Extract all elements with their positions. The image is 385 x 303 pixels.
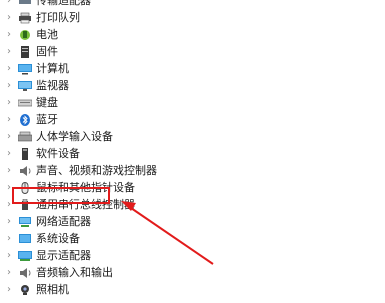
chevron-right-icon[interactable]: ›	[0, 162, 18, 179]
tree-item-software-device[interactable]: › 软件设备	[0, 145, 300, 162]
tree-item-print-queue[interactable]: › 打印队列	[0, 9, 300, 26]
tree-item-label: 声音、视频和游戏控制器	[36, 164, 157, 177]
tree-item-bluetooth[interactable]: › 蓝牙	[0, 111, 300, 128]
tree-item-label: 软件设备	[36, 147, 80, 160]
audio-io-icon	[18, 267, 32, 279]
tree-item-label: 系统设备	[36, 232, 80, 245]
tree-item-label: 计算机	[36, 62, 69, 75]
tree-item-label: 显示适配器	[36, 249, 91, 262]
tree-item-label: 网络适配器	[36, 215, 91, 228]
tree-item-battery[interactable]: › 电池	[0, 26, 300, 43]
tree-item-sound-video-game[interactable]: › 声音、视频和游戏控制器	[0, 162, 300, 179]
tree-item-network-adapter[interactable]: › 网络适配器	[0, 213, 300, 230]
chevron-right-icon[interactable]: ›	[0, 145, 18, 162]
tree-item-monitor[interactable]: › 监视器	[0, 77, 300, 94]
chevron-right-icon[interactable]: ›	[0, 111, 18, 128]
network-adapter-icon	[18, 216, 32, 228]
tree-item-label: 传输适配器	[36, 0, 91, 7]
computer-icon	[18, 63, 32, 75]
printer-queue-icon	[18, 12, 32, 24]
camera-icon	[18, 284, 32, 296]
firmware-icon	[18, 45, 32, 58]
tree-item-label: 打印队列	[36, 11, 80, 24]
tree-item-camera[interactable]: › 照相机	[0, 281, 300, 298]
chevron-right-icon[interactable]: ›	[0, 43, 18, 60]
highlight-box	[12, 187, 110, 204]
tree-item-label: 人体学输入设备	[36, 130, 113, 143]
tree-item-firmware[interactable]: › 固件	[0, 43, 300, 60]
tree-item-keyboard[interactable]: › 键盘	[0, 94, 300, 111]
bluetooth-icon	[18, 113, 32, 126]
tree-item-system-device[interactable]: › 系统设备	[0, 230, 300, 247]
tree-item-computer[interactable]: › 计算机	[0, 60, 300, 77]
device-manager-view: › 传输适配器 › 打印队列 › 电池 › 固件 › 计算机 › 监视器 › 键…	[0, 0, 385, 303]
tree-item-hid[interactable]: › 人体学输入设备	[0, 128, 300, 145]
tree-item-adapter[interactable]: › 传输适配器	[0, 0, 300, 9]
device-tree: › 传输适配器 › 打印队列 › 电池 › 固件 › 计算机 › 监视器 › 键…	[0, 0, 300, 298]
hid-icon	[18, 131, 32, 143]
battery-icon	[18, 29, 32, 41]
chevron-right-icon[interactable]: ›	[0, 26, 18, 43]
tree-item-label: 蓝牙	[36, 113, 58, 126]
tree-item-label: 电池	[36, 28, 58, 41]
tree-item-label: 键盘	[36, 96, 58, 109]
tree-item-label: 音频输入和输出	[36, 266, 113, 279]
tree-item-audio-io[interactable]: › 音频输入和输出	[0, 264, 300, 281]
display-adapter-icon	[18, 250, 32, 262]
tree-item-label: 照相机	[36, 283, 69, 296]
chevron-right-icon[interactable]: ›	[0, 128, 18, 145]
tree-item-label: 固件	[36, 45, 58, 58]
monitor-icon	[18, 80, 32, 92]
speaker-icon	[18, 165, 32, 177]
chevron-right-icon[interactable]: ›	[0, 77, 18, 94]
software-device-icon	[18, 147, 32, 160]
chevron-right-icon[interactable]: ›	[0, 0, 18, 9]
keyboard-icon	[18, 97, 32, 109]
chevron-right-icon[interactable]: ›	[0, 264, 18, 281]
chevron-right-icon[interactable]: ›	[0, 247, 18, 264]
chevron-right-icon[interactable]: ›	[0, 94, 18, 111]
adapter-icon	[18, 0, 32, 7]
chevron-right-icon[interactable]: ›	[0, 60, 18, 77]
chevron-right-icon[interactable]: ›	[0, 281, 18, 298]
tree-item-display-adapter[interactable]: › 显示适配器	[0, 247, 300, 264]
chevron-right-icon[interactable]: ›	[0, 213, 18, 230]
tree-item-label: 监视器	[36, 79, 69, 92]
system-device-icon	[18, 233, 32, 245]
chevron-right-icon[interactable]: ›	[0, 230, 18, 247]
chevron-right-icon[interactable]: ›	[0, 9, 18, 26]
